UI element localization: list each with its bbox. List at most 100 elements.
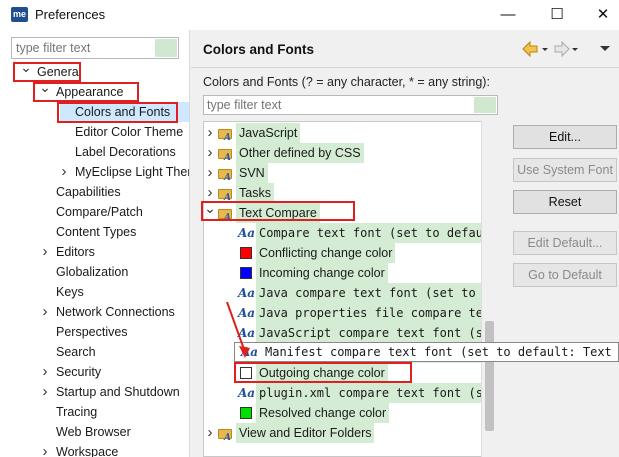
tree-item-label: Editor Color Theme [75, 125, 184, 139]
theme-filter-input[interactable] [204, 96, 464, 114]
font-folder-icon: A [218, 186, 234, 203]
tree-item-perspectives[interactable]: Perspectives [0, 322, 189, 342]
tree-entry[interactable]: AaJava properties file compare text font [204, 303, 492, 323]
font-aa-icon: Aa [238, 326, 256, 340]
tree-entry-label: Incoming change color [256, 263, 388, 283]
reset-button[interactable]: Reset [513, 190, 617, 214]
back-arrow-icon[interactable] [522, 40, 538, 58]
theme-filter-field[interactable] [203, 95, 498, 115]
tree-item-label: Capabilities [56, 185, 121, 199]
tree-item-security[interactable]: › Security [0, 362, 189, 382]
tree-entry[interactable]: AaJavaScript compare text font (set to d… [204, 323, 492, 343]
tree-item-startup-and-shutdown[interactable]: › Startup and Shutdown [0, 382, 189, 402]
tree-entry[interactable]: Incoming change color [204, 263, 492, 283]
tree-entry[interactable]: › A Tasks [204, 183, 492, 203]
chevron-right-icon[interactable]: › [204, 143, 216, 163]
tree-item-globalization[interactable]: Globalization [0, 262, 189, 282]
tree-item-editors[interactable]: › Editors [0, 242, 189, 262]
chevron-right-icon[interactable]: › [204, 423, 216, 443]
tree-entry-label: View and Editor Folders [236, 423, 375, 443]
tree-entry[interactable]: › A JavaScript [204, 123, 492, 143]
view-menu-icon[interactable] [599, 45, 611, 53]
tree-filter-field[interactable] [11, 37, 179, 59]
chevron-right-icon[interactable]: › [204, 123, 216, 143]
tree-item-label: Startup and Shutdown [56, 385, 180, 399]
tree-entry[interactable]: AaCompare text font (set to default: Tex… [204, 223, 492, 243]
app-logo-icon: me [11, 7, 28, 22]
tree-entry-label: Tasks [236, 183, 274, 203]
tree-item-tracing[interactable]: Tracing [0, 402, 189, 422]
close-button[interactable]: ✕ [589, 4, 617, 26]
clear-filter-icon[interactable] [474, 97, 496, 113]
tree-item-label: Label Decorations [75, 145, 176, 159]
colors-fonts-tree: › A JavaScript › A Other defined by CSS › A SVN ›… [203, 121, 493, 457]
chevron-right-icon[interactable]: › [39, 302, 51, 322]
chevron-right-icon[interactable]: › [39, 442, 51, 457]
colors-and-fonts-page: Colors and Fonts Colors and Fonts (? = a… [191, 30, 619, 457]
chevron-right-icon[interactable]: › [58, 162, 70, 182]
annotation-box-colors-fonts [57, 102, 178, 123]
annotation-box-appearance [33, 82, 139, 102]
maximize-button[interactable]: ☐ [543, 4, 571, 26]
tree-entry-label: Compare text font (set to default: Text … [256, 223, 492, 243]
tree-item-label: Globalization [56, 265, 129, 279]
tree-entry-label: plugin.xml compare text font (set to def… [256, 383, 492, 403]
tree-entry[interactable]: › A View and Editor Folders [204, 423, 492, 443]
tree-entry[interactable]: AaJava compare text font (set to default… [204, 283, 492, 303]
back-dropdown-icon[interactable] [542, 48, 548, 51]
tree-item-label: Compare/Patch [56, 205, 143, 219]
forward-arrow-icon[interactable] [554, 40, 570, 58]
tree-item-compare-patch[interactable]: Compare/Patch [0, 202, 189, 222]
tree-item-content-types[interactable]: Content Types [0, 222, 189, 242]
tree-item-label: Search [56, 345, 96, 359]
nav-history-icons [522, 40, 578, 58]
filter-description: Colors and Fonts (? = any character, * =… [203, 75, 490, 89]
forward-dropdown-icon[interactable] [572, 48, 578, 51]
clear-filter-icon[interactable] [155, 39, 177, 57]
font-aa-icon: Aa [238, 386, 256, 400]
use-system-font-button[interactable]: Use System Font [513, 158, 617, 182]
tree-item-label: Security [56, 365, 102, 379]
tree-item-editor-color-theme[interactable]: Editor Color Theme [0, 122, 189, 142]
edit-button[interactable]: Edit... [513, 125, 617, 149]
font-aa-icon: Aa [241, 345, 259, 359]
scrollbar-thumb[interactable] [485, 321, 494, 431]
tree-scrollbar[interactable] [481, 121, 496, 457]
tree-item-workspace[interactable]: › Workspace [0, 442, 189, 457]
font-folder-icon: A [218, 126, 234, 143]
tree-item-label-decorations[interactable]: Label Decorations [0, 142, 189, 162]
tree-item-label: Content Types [56, 225, 137, 239]
tree-entry-label: Resolved change color [256, 403, 390, 423]
minimize-button[interactable]: — [494, 4, 522, 26]
font-folder-icon: A [218, 426, 234, 443]
tree-entry[interactable]: Conflicting change color [204, 243, 492, 263]
tree-item-network-connections[interactable]: › Network Connections [0, 302, 189, 322]
font-aa-icon: Aa [238, 286, 256, 300]
chevron-right-icon[interactable]: › [39, 382, 51, 402]
tree-entry[interactable]: Aaplugin.xml compare text font (set to d… [204, 383, 492, 403]
tree-item-keys[interactable]: Keys [0, 282, 189, 302]
tree-item-myeclipse-light-theme[interactable]: › MyEclipse Light Theme [0, 162, 190, 182]
tree-entry-label: Java compare text font (set to default: … [256, 283, 492, 303]
chevron-right-icon[interactable]: › [39, 242, 51, 262]
window-title: Preferences [35, 7, 106, 22]
tree-entry-label: Conflicting change color [256, 243, 396, 263]
tree-entry[interactable]: Resolved change color [204, 403, 492, 423]
tree-entry[interactable]: › A SVN [204, 163, 492, 183]
tree-item-search[interactable]: Search [0, 342, 189, 362]
tree-item-capabilities[interactable]: Capabilities [0, 182, 189, 202]
page-title: Colors and Fonts [203, 42, 314, 57]
tree-filter-input[interactable] [12, 38, 152, 58]
go-to-default-button[interactable]: Go to Default [513, 263, 617, 287]
tree-entry[interactable]: › A Other defined by CSS [204, 143, 492, 163]
edit-default-button[interactable]: Edit Default... [513, 231, 617, 255]
chevron-right-icon[interactable]: › [39, 362, 51, 382]
font-aa-icon: Aa [238, 306, 256, 320]
tree-entry-label: Java properties file compare text font [256, 303, 492, 323]
annotation-box-text-compare [201, 201, 355, 221]
tree-item-label: Workspace [56, 445, 119, 457]
tree-item-label: Network Connections [56, 305, 175, 319]
tree-item-web-browser[interactable]: Web Browser [0, 422, 189, 442]
chevron-right-icon[interactable]: › [204, 163, 216, 183]
annotation-box-general [13, 62, 81, 82]
